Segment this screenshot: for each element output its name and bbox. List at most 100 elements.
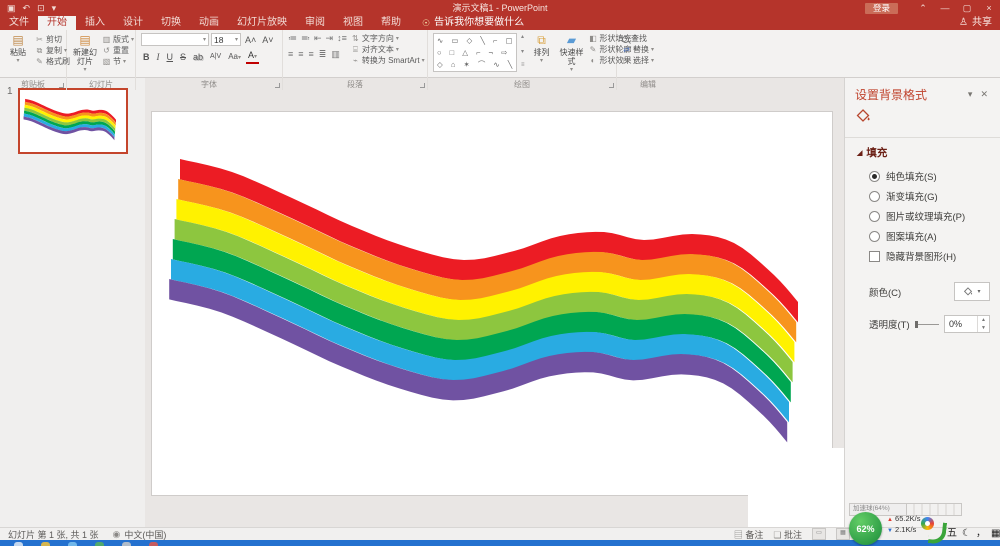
restore-icon[interactable]: ▢ bbox=[956, 0, 978, 16]
shapes-row-0[interactable]: ∿ ▭ ◇ ╲ ⌐ ▢ bbox=[437, 36, 513, 45]
align-center-icon[interactable]: ≡ bbox=[298, 49, 303, 60]
start-icon[interactable] bbox=[14, 542, 23, 546]
new-slide-button[interactable]: ▤ 新建幻灯片 ▾ bbox=[72, 33, 98, 75]
increase-indent-icon[interactable]: ⇥ bbox=[326, 33, 334, 44]
select-button[interactable]: ▷选择▾ bbox=[622, 56, 654, 66]
windows-taskbar[interactable] bbox=[0, 540, 1000, 546]
panel-options-chevron-icon[interactable]: ▾ bbox=[964, 89, 977, 100]
char-spacing-icon[interactable]: A|V bbox=[208, 51, 223, 63]
ime-icon-0[interactable]: 五 bbox=[947, 527, 957, 541]
text-direction-button[interactable]: ⇅文字方向▾ bbox=[351, 34, 425, 44]
font-size-combo[interactable]: 18▾ bbox=[211, 33, 241, 46]
copy-button[interactable]: ⧉复制▾ bbox=[35, 46, 70, 56]
sign-in-button[interactable]: 登录 bbox=[865, 3, 898, 14]
qat-customize-icon[interactable]: ▾ bbox=[52, 0, 57, 16]
radio-control[interactable] bbox=[869, 211, 880, 222]
bullets-icon[interactable]: ≔ bbox=[288, 33, 297, 44]
tab-0[interactable]: 文件 bbox=[0, 16, 38, 30]
italic-icon[interactable]: I bbox=[155, 51, 162, 63]
ime-icon-3[interactable]: ▦ bbox=[991, 527, 1000, 541]
share-button[interactable]: ♙ 共享 bbox=[959, 16, 992, 30]
transparency-slider[interactable] bbox=[915, 324, 939, 325]
fill-option-1[interactable]: 渐变填充(G) bbox=[845, 186, 1000, 206]
tab-3[interactable]: 设计 bbox=[114, 16, 152, 30]
dialog-launcher-icon[interactable] bbox=[275, 83, 280, 88]
spin-down-icon[interactable]: ▼ bbox=[981, 325, 986, 331]
color-picker-button[interactable]: ▾ bbox=[954, 282, 990, 301]
tab-8[interactable]: 视图 bbox=[334, 16, 372, 30]
checkbox-control[interactable] bbox=[869, 251, 880, 262]
radio-control[interactable] bbox=[869, 191, 880, 202]
browser-ball-icon[interactable] bbox=[921, 517, 934, 530]
paste-button[interactable]: ▤ 粘贴 ▾ bbox=[5, 33, 31, 66]
bold-icon[interactable]: B bbox=[141, 51, 152, 63]
line-spacing-icon[interactable]: ↕≡ bbox=[337, 33, 347, 44]
normal-view-button[interactable]: ▭ bbox=[812, 528, 826, 540]
radio-control[interactable] bbox=[869, 171, 880, 182]
arrange-button[interactable]: ⧉ 排列▾ bbox=[529, 33, 555, 66]
strikethrough-icon[interactable]: S bbox=[178, 51, 188, 63]
change-case-icon[interactable]: Aa▾ bbox=[226, 51, 243, 64]
fill-section-header[interactable]: ◢ 填充 bbox=[845, 145, 1000, 160]
taskbar-app-icon[interactable] bbox=[122, 542, 131, 546]
language-status[interactable]: 中文(中国) bbox=[124, 528, 166, 541]
save-icon[interactable]: ▣ bbox=[7, 0, 16, 16]
panel-close-icon[interactable]: ✕ bbox=[976, 89, 992, 100]
comments-button[interactable]: ❏ 批注 bbox=[773, 528, 802, 541]
acceleration-ball[interactable]: 62% bbox=[849, 512, 882, 545]
dialog-launcher-icon[interactable] bbox=[420, 83, 425, 88]
align-right-icon[interactable]: ≡ bbox=[309, 49, 314, 60]
slideshow-icon[interactable]: ⊡ bbox=[37, 0, 45, 16]
tab-1[interactable]: 开始 bbox=[38, 16, 76, 30]
slider-handle[interactable] bbox=[915, 321, 918, 328]
shapes-gallery-scroll[interactable]: ▴▾≡ bbox=[521, 33, 525, 68]
fill-option-3[interactable]: 图案填充(A) bbox=[845, 226, 1000, 246]
align-left-icon[interactable]: ≡ bbox=[288, 49, 293, 60]
cut-button[interactable]: ✂剪切 bbox=[35, 35, 70, 45]
font-color-icon[interactable]: A▾ bbox=[246, 50, 259, 64]
ime-icon-2[interactable]: ， bbox=[976, 527, 986, 541]
taskbar-app-icon[interactable] bbox=[68, 542, 77, 546]
rainbow-graphic[interactable] bbox=[152, 112, 832, 495]
numbering-icon[interactable]: ≕ bbox=[301, 33, 310, 44]
shapes-row-1[interactable]: ○ □ △ ⌐ ¬ ⇨ bbox=[437, 48, 513, 57]
minimize-icon[interactable]: — bbox=[934, 0, 956, 16]
grow-font-icon[interactable]: A˄ bbox=[243, 34, 258, 46]
notes-button[interactable]: ▤ 备注 bbox=[734, 528, 764, 541]
shapes-gallery[interactable]: ∿ ▭ ◇ ╲ ⌐ ▢ ○ □ △ ⌐ ¬ ⇨ ◇ ⌂ ✶ ⌒ ∿ ╲ bbox=[433, 33, 517, 72]
taskbar-app-icon[interactable] bbox=[41, 542, 50, 546]
underline-icon[interactable]: U bbox=[165, 51, 176, 63]
section-button[interactable]: ▧节▾ bbox=[102, 57, 134, 67]
taskbar-app-icon[interactable] bbox=[95, 542, 104, 546]
shadow-icon[interactable]: ab bbox=[191, 51, 205, 63]
taskbar-app-icon[interactable] bbox=[149, 542, 158, 546]
slide[interactable] bbox=[152, 112, 832, 495]
font-name-combo[interactable]: ▾ bbox=[141, 33, 209, 46]
tab-4[interactable]: 切换 bbox=[152, 16, 190, 30]
dialog-launcher-icon[interactable] bbox=[609, 83, 614, 88]
slide-thumbnail[interactable] bbox=[18, 88, 128, 154]
shrink-font-icon[interactable]: A˅ bbox=[260, 34, 275, 46]
find-button[interactable]: 查找 bbox=[622, 34, 654, 44]
fill-option-4[interactable]: 隐藏背景图形(H) bbox=[845, 246, 1000, 266]
spin-up-icon[interactable]: ▲ bbox=[981, 317, 986, 323]
accessibility-icon[interactable]: ◉ bbox=[113, 529, 121, 540]
slide-sorter-view-button[interactable]: ▦ bbox=[836, 528, 850, 540]
shapes-row-2[interactable]: ◇ ⌂ ✶ ⌒ ∿ ╲ bbox=[437, 60, 513, 69]
replace-button[interactable]: ⇄替换▾ bbox=[622, 45, 654, 55]
quick-styles-button[interactable]: ▰ 快速样式▾ bbox=[559, 33, 585, 75]
ime-icon-1[interactable]: ☾ bbox=[962, 527, 971, 541]
fill-option-0[interactable]: 纯色填充(S) bbox=[845, 166, 1000, 186]
tab-2[interactable]: 插入 bbox=[76, 16, 114, 30]
format-painter-button[interactable]: ✎格式刷 bbox=[35, 57, 70, 67]
align-text-button[interactable]: ⌸对齐文本▾ bbox=[351, 45, 425, 55]
tab-7[interactable]: 审阅 bbox=[296, 16, 334, 30]
tab-9[interactable]: 帮助 bbox=[372, 16, 410, 30]
decrease-indent-icon[interactable]: ⇤ bbox=[314, 33, 322, 44]
tab-5[interactable]: 动画 bbox=[190, 16, 228, 30]
dialog-launcher-icon[interactable] bbox=[59, 83, 64, 88]
smartart-button[interactable]: ⌁转换为 SmartArt▾ bbox=[351, 56, 425, 66]
undo-icon[interactable]: ↶ bbox=[23, 0, 31, 16]
reset-button[interactable]: ↺重置 bbox=[102, 46, 134, 56]
justify-icon[interactable]: ≣ bbox=[319, 49, 327, 60]
